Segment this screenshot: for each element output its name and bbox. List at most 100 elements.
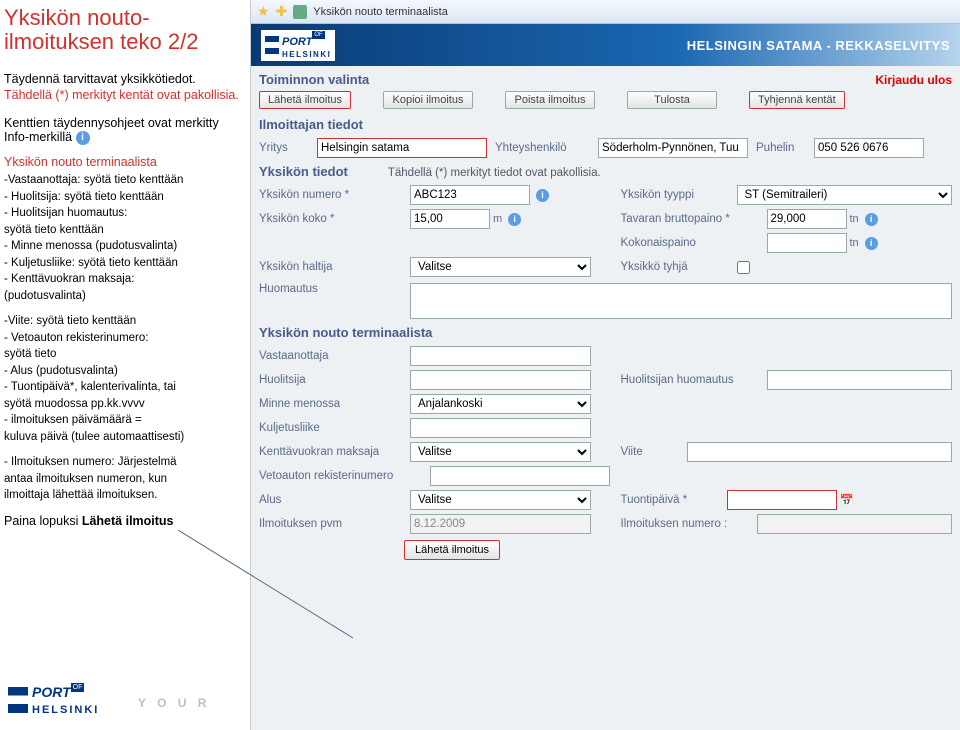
delete-button[interactable]: Poista ilmoitus: [505, 91, 595, 109]
recipient-label: Vastaanottaja: [259, 350, 404, 362]
unit-tn2: tn: [850, 237, 859, 249]
bullet-line: syötä muodossa pp.kk.vvvv: [4, 397, 242, 413]
section-ilmoittajan: Ilmoittajan tiedot: [259, 117, 952, 132]
vehicle-reg-input[interactable]: [430, 466, 610, 486]
ship-select[interactable]: Valitse: [410, 490, 591, 510]
bullet-line: - Huolitsijan huomautus:: [4, 206, 242, 222]
rent-payer-label: Kenttävuokran maksaja: [259, 446, 404, 458]
rent-payer-select[interactable]: Valitse: [410, 442, 591, 462]
forwarder-note-input[interactable]: [767, 370, 953, 390]
phone-label: Puhelin: [756, 142, 806, 154]
gross-weight-label: Tavaran bruttopaino *: [621, 213, 761, 225]
instructions-pane: Yksikön nouto-ilmoituksen teko 2/2 Täyde…: [0, 0, 250, 730]
carrier-label: Kuljetusliike: [259, 422, 404, 434]
bullet-list-1: -Vastaanottaja: syötä tieto kenttään- Hu…: [4, 173, 242, 304]
section-label: Yksikön nouto terminaalista: [4, 155, 242, 169]
ship-label: Alus: [259, 494, 404, 506]
info-icon[interactable]: i: [865, 213, 878, 226]
info-icon[interactable]: i: [536, 189, 549, 202]
carrier-input[interactable]: [410, 418, 591, 438]
page-title: Yksikön nouto-ilmoituksen teko 2/2: [4, 6, 242, 54]
unit-type-label: Yksikön tyyppi: [621, 189, 731, 201]
unit-empty-checkbox[interactable]: [737, 261, 750, 274]
destination-select[interactable]: Anjalankoski: [410, 394, 591, 414]
action-button-row: Lähetä ilmoitus Kopioi ilmoitus Poista i…: [259, 91, 952, 109]
msg-date-input: [410, 514, 591, 534]
add-favorite-icon[interactable]: ✚: [276, 3, 288, 20]
bullet-line: syötä tieto: [4, 347, 242, 363]
bullet-line: - Minne menossa (pudotusvalinta): [4, 239, 242, 255]
forwarder-input[interactable]: [410, 370, 591, 390]
contact-input[interactable]: [598, 138, 748, 158]
note-label: Huomautus: [259, 283, 404, 295]
mandatory-hint: Tähdellä (*) merkityt tiedot ovat pakoll…: [388, 167, 601, 179]
form-body: Toiminnon valinta Kirjaudu ulos Lähetä i…: [251, 66, 960, 730]
bullet-line: -Vastaanottaja: syötä tieto kenttään: [4, 173, 242, 189]
bullet-line: syötä tieto kenttään: [4, 223, 242, 239]
send-button[interactable]: Lähetä ilmoitus: [259, 91, 351, 109]
unit-tn: tn: [850, 213, 859, 225]
unit-m: m: [493, 213, 502, 225]
info-icon[interactable]: i: [865, 237, 878, 250]
header-logo: PORTOFHELSINKI: [261, 30, 335, 61]
flag-icon: [265, 36, 279, 54]
destination-label: Minne menossa: [259, 398, 404, 410]
reference-label: Viite: [621, 446, 681, 458]
favorites-icon[interactable]: ★: [257, 3, 270, 20]
section-yksikon: Yksikön tiedot: [259, 164, 348, 179]
app-pane: ★ ✚ Yksikön nouto terminaalista PORTOFHE…: [250, 0, 960, 730]
bullet-line: - Alus (pudotusvalinta): [4, 364, 242, 380]
bullet-line: - ilmoituksen päivämäärä =: [4, 413, 242, 429]
submit-button[interactable]: Lähetä ilmoitus: [404, 540, 500, 560]
contact-label: Yhteyshenkilö: [495, 142, 590, 154]
reference-input[interactable]: [687, 442, 953, 462]
unit-holder-select[interactable]: Valitse: [410, 257, 591, 277]
unit-type-select[interactable]: ST (Semitraileri): [737, 185, 953, 205]
vehicle-reg-label: Vetoauton rekisterinumero: [259, 470, 424, 482]
bullet-line: - Kuljetusliike: syötä tieto kenttään: [4, 256, 242, 272]
app-header: PORTOFHELSINKI HELSINGIN SATAMA - REKKAS…: [251, 24, 960, 66]
app-title: HELSINGIN SATAMA - REKKASELVITYS: [687, 38, 950, 53]
bullet-list-2: -Viite: syötä tieto kenttään- Vetoauton …: [4, 314, 242, 445]
total-weight-input[interactable]: [767, 233, 847, 253]
unit-size-label: Yksikön koko *: [259, 213, 404, 225]
bullet-line: - Tuontipäivä*, kalenterivalinta, tai: [4, 380, 242, 396]
company-label: Yritys: [259, 142, 309, 154]
section-nouto: Yksikön nouto terminaalista: [259, 325, 952, 340]
bullet-line: (pudotusvalinta): [4, 289, 242, 305]
copy-button[interactable]: Kopioi ilmoitus: [383, 91, 473, 109]
msg-date-label: Ilmoituksen pvm: [259, 518, 404, 530]
gross-weight-input[interactable]: [767, 209, 847, 229]
intro-text: Täydennä tarvittavat yksikkötiedot.: [4, 72, 242, 86]
forwarder-label: Huolitsija: [259, 374, 404, 386]
unit-number-input[interactable]: [410, 185, 530, 205]
bullet-line: kuluva päivä (tulee automaattisesti): [4, 430, 242, 446]
forwarder-note-label: Huolitsijan huomautus: [621, 374, 761, 386]
msg-number-label: Ilmoituksen numero :: [621, 518, 751, 530]
total-weight-label: Kokonaispaino: [621, 237, 761, 249]
info-hint: Kenttien täydennysohjeet ovat merkitty I…: [4, 116, 242, 145]
unit-size-input[interactable]: [410, 209, 490, 229]
msg-number-input: [757, 514, 953, 534]
bullet-line: ilmoittaja lähettää ilmoituksen.: [4, 488, 242, 504]
calendar-icon[interactable]: 📅: [840, 493, 854, 507]
bullet-line: - Kenttävuokran maksaja:: [4, 272, 242, 288]
favicon-icon: [293, 5, 307, 19]
unit-holder-label: Yksikön haltija: [259, 261, 404, 273]
flag-icon: [8, 687, 28, 713]
import-date-input[interactable]: [727, 490, 837, 510]
phone-input[interactable]: [814, 138, 924, 158]
company-input[interactable]: [317, 138, 487, 158]
recipient-input[interactable]: [410, 346, 591, 366]
bullet-line: - Huolitsija: syötä tieto kenttään: [4, 190, 242, 206]
note-textarea[interactable]: [410, 283, 952, 319]
print-button[interactable]: Tulosta: [627, 91, 717, 109]
unit-empty-label: Yksikkö tyhjä: [621, 261, 731, 273]
info-icon[interactable]: i: [508, 213, 521, 226]
bullet-line: -Viite: syötä tieto kenttään: [4, 314, 242, 330]
bullet-line: - Vetoauton rekisterinumero:: [4, 331, 242, 347]
logout-link[interactable]: Kirjaudu ulos: [875, 73, 952, 87]
browser-tab-title[interactable]: Yksikön nouto terminaalista: [313, 6, 448, 18]
bullet-line: - Ilmoituksen numero: Järjestelmä: [4, 455, 242, 471]
clear-button[interactable]: Tyhjennä kentät: [749, 91, 845, 109]
